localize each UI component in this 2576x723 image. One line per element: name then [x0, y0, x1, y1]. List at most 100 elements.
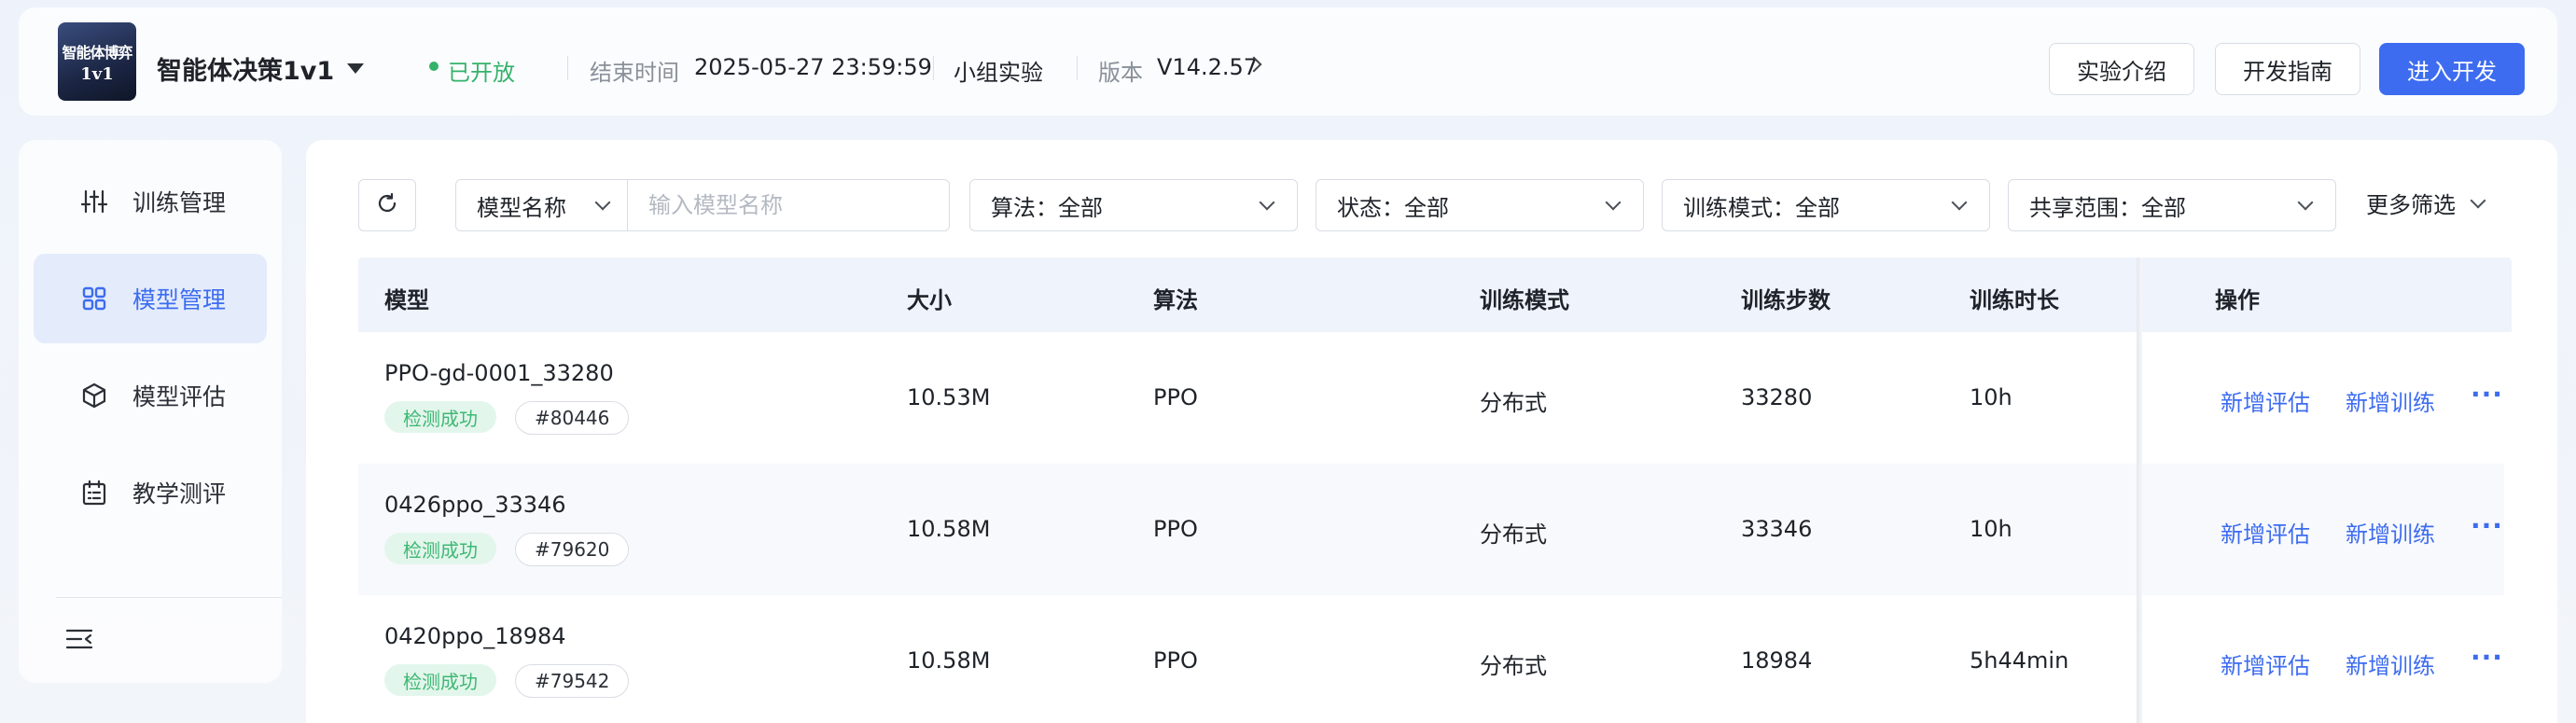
- group-type: 小组实验: [954, 60, 1043, 86]
- model-size: 10.53M: [907, 384, 991, 410]
- collapse-menu-icon[interactable]: [63, 623, 95, 655]
- column-header-actions: 操作: [2215, 287, 2260, 313]
- app-title-dropdown[interactable]: 智能体决策1v1: [157, 50, 365, 87]
- more-actions-icon[interactable]: ···: [2471, 379, 2503, 410]
- app-title: 智能体决策1v1: [157, 57, 335, 86]
- status-badge: 检测成功: [384, 401, 496, 433]
- more-actions-icon[interactable]: ···: [2471, 642, 2503, 673]
- divider: [567, 56, 568, 80]
- model-search-group: 模型名称: [455, 179, 950, 231]
- add-training-link[interactable]: 新增训练: [2346, 516, 2435, 549]
- model-id-tag: #79542: [515, 664, 630, 698]
- sidebar-item-evaluation[interactable]: 模型评估: [34, 351, 267, 440]
- chevron-down-icon: [2297, 194, 2314, 211]
- model-size: 10.58M: [907, 516, 991, 542]
- end-time-value: 2025-05-27 23:59:59: [694, 54, 932, 80]
- status-badge: 检测成功: [384, 664, 496, 696]
- model-training-mode: 分布式: [1480, 521, 1547, 548]
- share-scope-filter[interactable]: 共享范围：全部: [2008, 179, 2336, 231]
- status-dot-icon: [429, 62, 439, 71]
- model-training-steps: 33280: [1741, 384, 1813, 410]
- filter-label: 共享范围：: [2029, 194, 2141, 221]
- model-algorithm: PPO: [1153, 384, 1198, 410]
- search-field-select-value: 模型名称: [477, 194, 566, 221]
- model-algorithm: PPO: [1153, 516, 1198, 542]
- end-time-label: 结束时间: [590, 60, 679, 86]
- algorithm-filter[interactable]: 算法：全部: [969, 179, 1298, 231]
- sidebar-item-label: 训练管理: [132, 189, 227, 216]
- sidebar-item-teaching-eval[interactable]: 教学测评: [34, 448, 267, 537]
- model-training-mode: 分布式: [1480, 390, 1547, 416]
- chevron-down-icon: [2470, 192, 2486, 208]
- status-filter[interactable]: 状态：全部: [1316, 179, 1644, 231]
- chevron-down-icon: [594, 194, 611, 211]
- model-training-duration: 10h: [1970, 384, 2012, 410]
- model-name: 0420ppo_18984: [384, 623, 566, 649]
- sidebar-item-label: 模型管理: [132, 286, 227, 313]
- chevron-down-icon: [1951, 194, 1968, 211]
- dev-guide-button[interactable]: 开发指南: [2215, 43, 2360, 95]
- logo-text-line1: 智能体博弈: [62, 43, 132, 62]
- app-logo: 智能体博弈 1v1: [58, 22, 136, 101]
- top-header: 智能体博弈 1v1 智能体决策1v1 已开放 结束时间 2025-05-27 2…: [19, 7, 2557, 116]
- grid-icon: [80, 285, 108, 313]
- add-training-link[interactable]: 新增训练: [2346, 647, 2435, 680]
- model-training-duration: 10h: [1970, 516, 2012, 542]
- chevron-down-icon: [1605, 194, 1622, 211]
- sidebar-item-label: 教学测评: [132, 480, 227, 507]
- more-filter-label: 更多筛选: [2366, 192, 2456, 218]
- filter-value: 全部: [1058, 194, 1103, 221]
- model-name: 0426ppo_33346: [384, 492, 566, 518]
- chevron-down-icon: [1259, 194, 1275, 211]
- enter-dev-button[interactable]: 进入开发: [2379, 43, 2525, 95]
- sidebar-item-label: 模型评估: [132, 383, 227, 410]
- model-training-steps: 33346: [1741, 516, 1813, 542]
- filter-value: 全部: [2141, 194, 2186, 221]
- add-evaluation-link[interactable]: 新增评估: [2221, 516, 2310, 549]
- version-label: 版本: [1098, 60, 1143, 86]
- version-value[interactable]: V14.2.57: [1157, 54, 1258, 80]
- more-filter-button[interactable]: 更多筛选: [2366, 187, 2486, 219]
- cube-icon: [80, 382, 108, 410]
- more-actions-icon[interactable]: ···: [2471, 510, 2503, 541]
- sticky-column-shadow: [2137, 257, 2142, 723]
- filter-label: 训练模式：: [1683, 194, 1795, 221]
- divider: [1077, 56, 1078, 80]
- add-evaluation-link[interactable]: 新增评估: [2221, 384, 2310, 417]
- refresh-icon: [376, 192, 398, 218]
- model-training-steps: 18984: [1741, 647, 1813, 674]
- logo-text-line2: 1v1: [80, 63, 114, 84]
- model-id-tag: #79620: [515, 533, 630, 566]
- model-id-tag: #80446: [515, 401, 630, 435]
- column-header-training-duration: 训练时长: [1970, 287, 2059, 313]
- main-panel: 模型名称 算法：全部 状态：全部 训练模式：全部 共享范围：全部 更多筛选 模型…: [306, 140, 2557, 723]
- filter-label: 算法：: [991, 194, 1058, 221]
- filter-label: 状态：: [1337, 194, 1404, 221]
- column-header-size: 大小: [907, 287, 952, 313]
- experiment-intro-button[interactable]: 实验介绍: [2049, 43, 2194, 95]
- caret-down-icon: [347, 63, 365, 74]
- add-training-link[interactable]: 新增训练: [2346, 384, 2435, 417]
- sidebar-divider: [56, 597, 282, 598]
- model-algorithm: PPO: [1153, 647, 1198, 674]
- table-row: 0420ppo_18984 检测成功 #79542 10.58M PPO 分布式…: [358, 595, 2504, 723]
- column-header-algorithm: 算法: [1153, 287, 1198, 313]
- column-header-training-steps: 训练步数: [1741, 287, 1831, 313]
- model-name-search-input[interactable]: [628, 180, 949, 230]
- calendar-checklist-icon: [80, 479, 108, 507]
- table-row: PPO-gd-0001_33280 检测成功 #80446 10.53M PPO…: [358, 332, 2504, 464]
- model-name: PPO-gd-0001_33280: [384, 360, 614, 386]
- model-training-duration: 5h44min: [1970, 647, 2069, 674]
- sidebar-item-models[interactable]: 模型管理: [34, 254, 267, 343]
- column-header-training-mode: 训练模式: [1480, 287, 1569, 313]
- training-mode-filter[interactable]: 训练模式：全部: [1662, 179, 1990, 231]
- search-field-select[interactable]: 模型名称: [456, 180, 628, 230]
- status-badge: 已开放: [448, 60, 515, 86]
- sidebar-item-training[interactable]: 训练管理: [34, 157, 267, 246]
- divider: [933, 56, 934, 80]
- add-evaluation-link[interactable]: 新增评估: [2221, 647, 2310, 680]
- column-header-model: 模型: [384, 287, 429, 313]
- refresh-button[interactable]: [358, 179, 416, 231]
- table-header: 模型 大小 算法 训练模式 训练步数 训练时长 操作: [358, 257, 2512, 332]
- model-training-mode: 分布式: [1480, 653, 1547, 679]
